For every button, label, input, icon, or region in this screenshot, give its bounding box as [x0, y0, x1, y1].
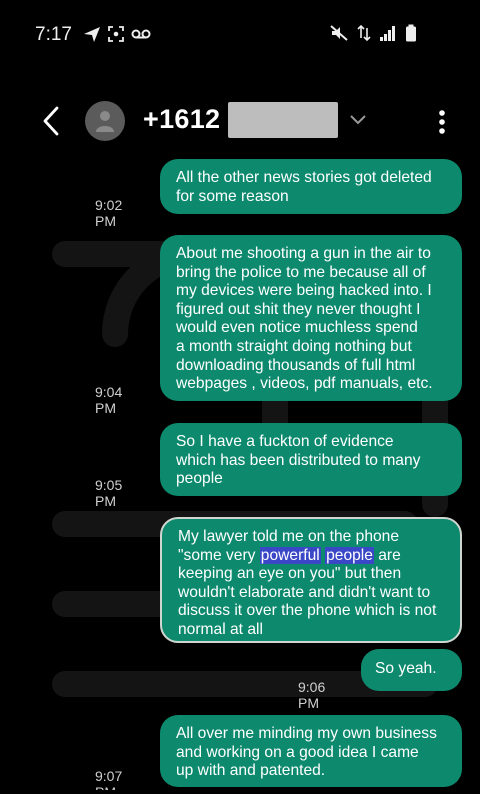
status-bar: 7:17 — [5, 4, 471, 64]
message-bubble-selected[interactable]: My lawyer told me on the phone "some ver… — [160, 517, 462, 643]
selected-word[interactable]: people — [325, 546, 374, 564]
battery-icon — [406, 24, 416, 42]
signal-icon — [380, 26, 395, 41]
voicemail-icon — [131, 29, 151, 39]
status-right-icons — [329, 24, 417, 42]
status-time: 7:17 — [35, 24, 72, 45]
more-vert-icon[interactable] — [437, 104, 447, 138]
message-time: 9:04 PM — [95, 384, 123, 416]
message-bubble[interactable]: About me shooting a gun in the air to br… — [160, 235, 462, 401]
data-icon — [357, 24, 371, 42]
redacted-number-block — [228, 102, 338, 138]
message-bubble[interactable]: So I have a fuckton of evidence which ha… — [160, 423, 462, 496]
message-bubble[interactable]: All over me minding my own business and … — [160, 715, 462, 787]
send-icon — [84, 27, 100, 42]
message-time: 9:07 PM — [95, 768, 123, 790]
screen: 7:17 +1612 9:02 PM All the other news st… — [5, 4, 471, 790]
chevron-down-icon[interactable] — [349, 114, 367, 126]
mute-icon — [330, 25, 348, 41]
message-time: 9:06 PM — [298, 679, 326, 711]
screenshot-icon — [108, 26, 124, 42]
status-left-icons — [83, 25, 151, 43]
person-icon — [96, 111, 114, 132]
message-time: 9:02 PM — [95, 197, 123, 229]
selected-word[interactable]: powerful — [259, 546, 321, 564]
message-bubble[interactable]: So yeah. — [361, 649, 462, 691]
message-time: 9:05 PM — [95, 477, 123, 509]
back-arrow-icon[interactable] — [39, 104, 65, 138]
contact-number[interactable]: +1612 — [143, 104, 220, 135]
avatar[interactable] — [85, 101, 125, 141]
conversation-header: +1612 — [5, 94, 471, 154]
message-bubble[interactable]: All the other news stories got deleted f… — [160, 159, 462, 214]
